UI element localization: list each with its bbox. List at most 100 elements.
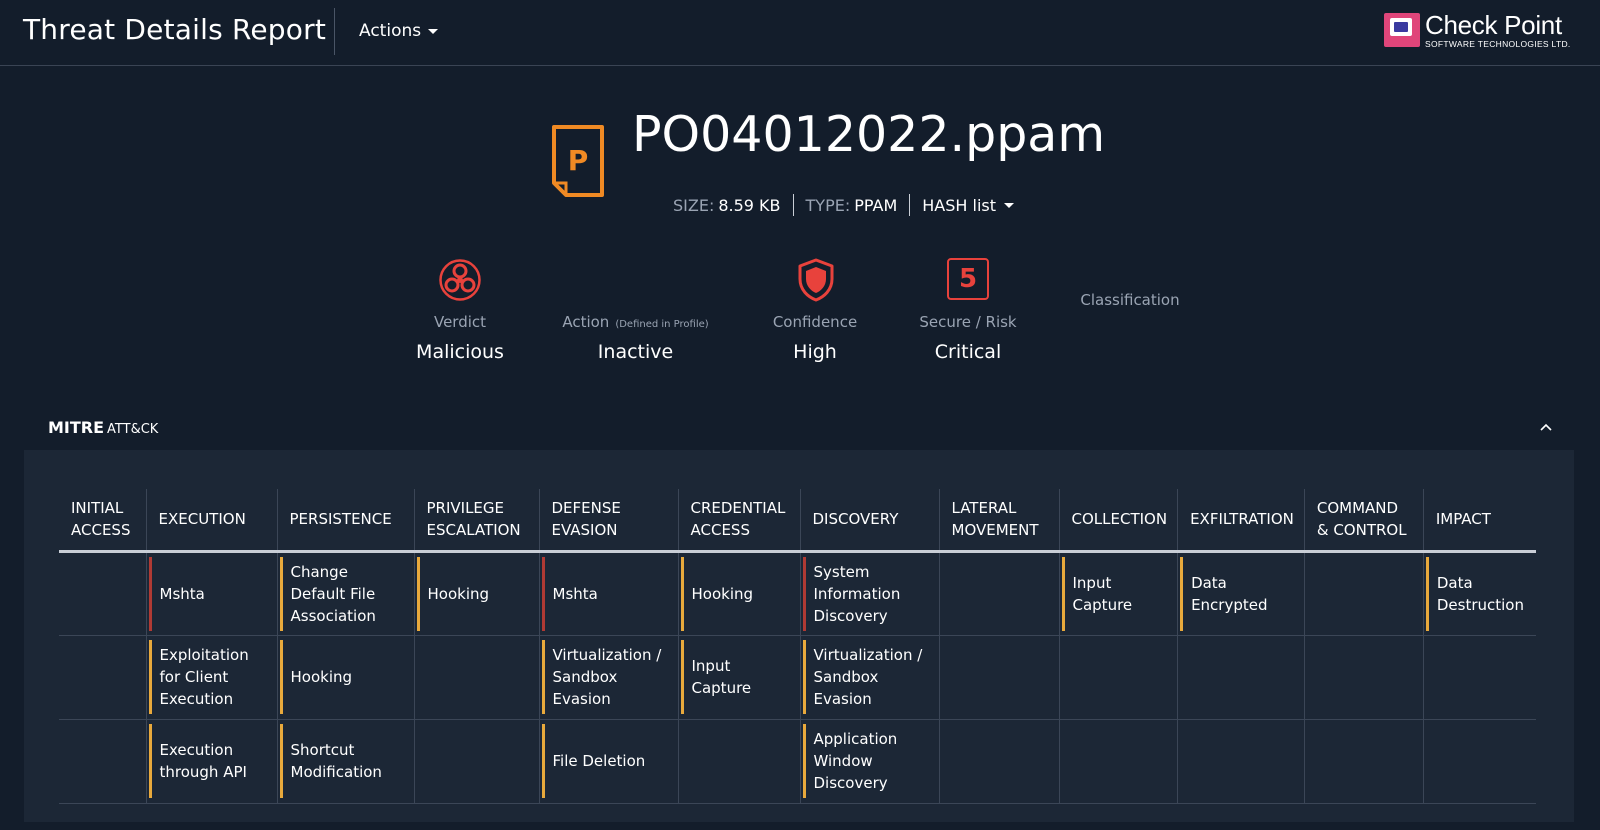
logo-subtitle: SOFTWARE TECHNOLOGIES LTD. xyxy=(1425,39,1571,49)
mitre-cell xyxy=(1177,719,1305,804)
mitre-cell: Hooking xyxy=(276,635,414,720)
mitre-cell xyxy=(938,635,1059,720)
actions-dropdown[interactable]: Actions xyxy=(359,21,439,41)
file-name: PO04012022.ppam xyxy=(632,106,1106,163)
mitre-technique[interactable]: Mshta xyxy=(148,556,277,631)
mitre-technique[interactable]: Data Destruction xyxy=(1425,556,1537,631)
mitre-cell xyxy=(1422,719,1537,804)
table-row: Execution through API Shortcut Modificati… xyxy=(59,719,1537,804)
mitre-cell xyxy=(413,635,539,720)
ppam-file-icon: P xyxy=(552,125,604,197)
mitre-cell: Input Capture xyxy=(1058,551,1178,636)
mitre-technique[interactable]: Hooking xyxy=(279,640,414,714)
svg-text:P: P xyxy=(568,144,589,177)
logo-name: Check Point xyxy=(1425,10,1562,40)
mitre-cell xyxy=(1303,635,1424,720)
mitre-column-header: DISCOVERY xyxy=(799,489,939,553)
size-value: 8.59 KB xyxy=(718,195,781,215)
shield-icon xyxy=(798,258,834,302)
mitre-title-suffix: ATT&CK xyxy=(107,422,159,437)
mitre-column-header: IMPACT xyxy=(1422,489,1537,553)
mitre-technique[interactable]: Hooking xyxy=(680,556,800,631)
mitre-technique[interactable]: Input Capture xyxy=(680,640,800,714)
mitre-column-header: INITIAL ACCESS xyxy=(59,489,146,553)
mitre-cell xyxy=(59,551,146,636)
mitre-technique[interactable]: Shortcut Modification xyxy=(279,724,414,798)
mitre-cell xyxy=(1422,635,1537,720)
mitre-cell: Exploitation for Client Execution xyxy=(145,635,277,720)
mitre-technique[interactable]: Input Capture xyxy=(1061,556,1178,631)
mitre-technique[interactable]: Virtualization / Sandbox Evasion xyxy=(802,640,939,714)
mitre-column-header: LATERAL MOVEMENT xyxy=(938,489,1059,553)
mitre-column-header: COLLECTION xyxy=(1058,489,1178,553)
mitre-technique[interactable]: Data Encrypted xyxy=(1180,556,1304,631)
mitre-technique[interactable]: Exploitation for Client Execution xyxy=(148,640,277,714)
action-label: Action (Defined in Profile) xyxy=(548,313,723,331)
meta-separator xyxy=(792,194,794,216)
verdict-label: Verdict xyxy=(433,313,487,331)
mitre-cell: Virtualization / Sandbox Evasion xyxy=(538,635,678,720)
mitre-cell: Hooking xyxy=(413,551,539,636)
size-key: SIZE: xyxy=(673,195,715,215)
action-label-text: Action xyxy=(562,313,610,331)
mitre-cell: Data Destruction xyxy=(1422,551,1537,636)
action-value: Inactive xyxy=(597,341,674,363)
mitre-cell xyxy=(413,719,539,804)
mitre-cell: Data Encrypted xyxy=(1177,551,1305,636)
mitre-title-text: MITRE xyxy=(48,418,105,437)
biohazard-icon xyxy=(439,259,481,301)
mitre-column-header: DEFENSE EVASION xyxy=(538,489,678,553)
mitre-technique[interactable]: Execution through API xyxy=(148,724,277,798)
verdict-value: Malicious xyxy=(416,341,504,363)
mitre-cell: System Information Discovery xyxy=(799,551,939,636)
mitre-technique[interactable]: Mshta xyxy=(541,556,678,631)
type-key: TYPE: xyxy=(805,195,851,215)
file-meta: SIZE: 8.59 KB TYPE: PPAM HASH list xyxy=(673,193,1015,217)
actions-label: Actions xyxy=(359,21,422,41)
mitre-cell xyxy=(1303,551,1424,636)
top-bar: Threat Details Report Actions Check Poin… xyxy=(0,0,1600,66)
mitre-section-header[interactable]: MITRE ATT&CK xyxy=(24,405,1574,450)
mitre-attack-matrix: INITIAL ACCESS EXECUTION PERSISTENCE PRIVIL… xyxy=(59,489,1537,804)
risk-label: Secure / Risk xyxy=(919,313,1017,331)
mitre-cell: Shortcut Modification xyxy=(276,719,414,804)
risk-value: Critical xyxy=(934,341,1002,363)
mitre-technique[interactable]: Change Default File Association xyxy=(279,556,414,631)
mitre-column-header: EXECUTION xyxy=(145,489,277,553)
mitre-cell: Execution through API xyxy=(145,719,277,804)
mitre-cell xyxy=(59,635,146,720)
caret-down-icon xyxy=(428,28,439,34)
mitre-cell xyxy=(1058,719,1178,804)
mitre-technique[interactable]: Virtualization / Sandbox Evasion xyxy=(541,640,678,714)
risk-summary: Secure / Risk Critical xyxy=(905,313,1031,363)
mitre-cell xyxy=(1177,635,1305,720)
mitre-technique[interactable]: Application Window Discovery xyxy=(802,724,939,798)
risk-score-badge: 5 xyxy=(947,258,989,300)
page-title: Threat Details Report xyxy=(23,13,326,46)
mitre-cell xyxy=(938,719,1059,804)
action-summary: Action (Defined in Profile) Inactive xyxy=(548,313,723,363)
table-row: Exploitation for Client Execution Hooking… xyxy=(59,635,1537,720)
mitre-technique[interactable]: System Information Discovery xyxy=(802,556,939,631)
mitre-technique[interactable]: File Deletion xyxy=(541,724,678,798)
mitre-technique[interactable]: Hooking xyxy=(416,556,539,631)
mitre-cell xyxy=(1058,635,1178,720)
mitre-column-header: PERSISTENCE xyxy=(276,489,414,553)
action-note: (Defined in Profile) xyxy=(615,319,709,330)
hash-list-label: HASH list xyxy=(922,195,997,215)
table-row: Mshta Change Default File Association Hook… xyxy=(59,551,1537,636)
classification-label: Classification xyxy=(1080,291,1180,309)
confidence-value: High xyxy=(793,341,837,363)
mitre-cell: Hooking xyxy=(677,551,800,636)
mitre-cell xyxy=(1303,719,1424,804)
header-divider xyxy=(334,8,335,55)
mitre-cell: Application Window Discovery xyxy=(799,719,939,804)
meta-separator xyxy=(909,194,911,216)
mitre-cell: File Deletion xyxy=(538,719,678,804)
hash-list-dropdown[interactable]: HASH list xyxy=(922,195,1015,215)
mitre-cell xyxy=(938,551,1059,636)
mitre-title: MITRE ATT&CK xyxy=(48,418,158,437)
chevron-up-icon[interactable] xyxy=(1539,422,1553,432)
mitre-column-header: COMMAND & CONTROL xyxy=(1303,489,1424,553)
verdict-summary: Verdict Malicious xyxy=(400,313,520,363)
